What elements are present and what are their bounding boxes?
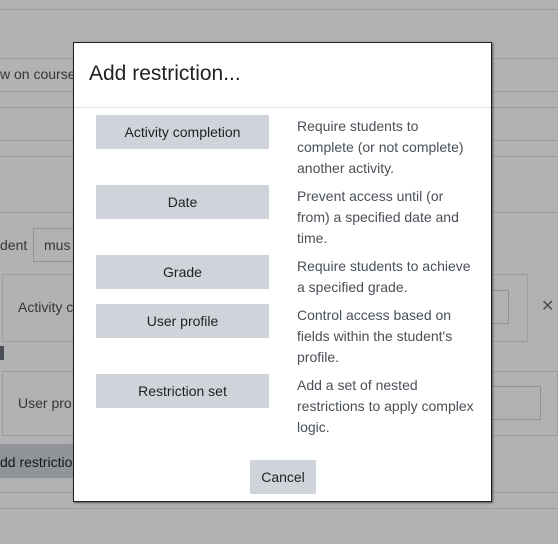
user-profile-button[interactable]: User profile	[96, 304, 269, 338]
restriction-set-description: Add a set of nested restrictions to appl…	[297, 377, 474, 435]
activity-completion-description: Require students to complete (or not com…	[297, 118, 464, 176]
modal-header: Add restriction...	[74, 43, 491, 108]
grade-button[interactable]: Grade	[96, 255, 269, 289]
cancel-button[interactable]: Cancel	[250, 460, 316, 494]
user-profile-description: Control access based on fields within th…	[297, 307, 453, 365]
add-restriction-dialog: Add restriction... Activity completion R…	[73, 42, 492, 502]
date-button[interactable]: Date	[96, 185, 269, 219]
restriction-set-button[interactable]: Restriction set	[96, 374, 269, 408]
modal-title: Add restriction...	[89, 62, 241, 85]
activity-completion-button[interactable]: Activity completion	[96, 115, 269, 149]
date-description: Prevent access until (or from) a specifi…	[297, 188, 459, 246]
grade-description: Require students to achieve a specified …	[297, 258, 471, 295]
